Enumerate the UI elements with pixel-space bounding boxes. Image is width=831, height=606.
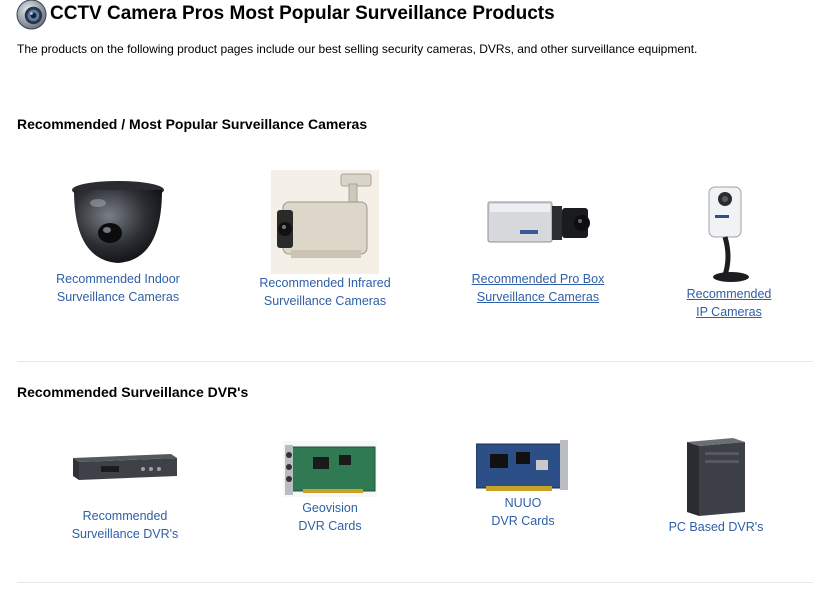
- ip-cameras-link[interactable]: Recommended IP Cameras: [649, 285, 809, 321]
- link-line-1[interactable]: Recommended: [649, 285, 809, 303]
- link-line-2[interactable]: IP Cameras: [649, 303, 809, 321]
- product-nuuo-cards[interactable]: NUUO DVR Cards: [443, 440, 603, 530]
- link-line-1[interactable]: Recommended: [45, 507, 205, 525]
- section-divider: [17, 361, 813, 362]
- dvrs-section-heading: Recommended Surveillance DVR's: [17, 384, 249, 400]
- link-line-2[interactable]: Surveillance Cameras: [38, 288, 198, 306]
- infrared-cameras-link[interactable]: Recommended Infrared Surveillance Camera…: [245, 274, 405, 310]
- ip-camera-image[interactable]: [701, 185, 757, 285]
- product-indoor-cameras[interactable]: Recommended Indoor Surveillance Cameras: [38, 175, 198, 306]
- nuuo-card-image[interactable]: [476, 440, 570, 494]
- surveillance-dvrs-link[interactable]: Recommended Surveillance DVR's: [45, 507, 205, 543]
- page-title: CCTV Camera Pros Most Popular Surveillan…: [50, 3, 555, 24]
- link-line-1[interactable]: PC Based DVR's: [636, 518, 796, 536]
- geovision-card-image[interactable]: [283, 441, 377, 497]
- link-line-1[interactable]: NUUO: [443, 494, 603, 512]
- product-geovision-cards[interactable]: Geovision DVR Cards: [250, 441, 410, 535]
- pc-tower-image[interactable]: [685, 436, 747, 518]
- link-line-2[interactable]: Surveillance Cameras: [245, 292, 405, 310]
- link-line-2[interactable]: Surveillance Cameras: [458, 288, 618, 306]
- section-divider: [17, 582, 813, 583]
- link-line-1[interactable]: Recommended Pro Box: [458, 270, 618, 288]
- camera-logo-icon: [16, 0, 47, 30]
- intro-text: The products on the following product pa…: [17, 42, 698, 56]
- link-line-2[interactable]: DVR Cards: [443, 512, 603, 530]
- product-pc-based-dvrs[interactable]: PC Based DVR's: [636, 436, 796, 536]
- product-infrared-cameras[interactable]: Recommended Infrared Surveillance Camera…: [245, 170, 405, 310]
- dvr-unit-image[interactable]: [71, 450, 179, 482]
- product-surveillance-dvrs[interactable]: Recommended Surveillance DVR's: [45, 450, 205, 543]
- nuuo-cards-link[interactable]: NUUO DVR Cards: [443, 494, 603, 530]
- pro-box-cameras-link[interactable]: Recommended Pro Box Surveillance Cameras: [458, 270, 618, 306]
- link-line-2[interactable]: Surveillance DVR's: [45, 525, 205, 543]
- dome-camera-image[interactable]: [68, 175, 168, 270]
- geovision-cards-link[interactable]: Geovision DVR Cards: [250, 499, 410, 535]
- product-ip-cameras[interactable]: Recommended IP Cameras: [649, 185, 809, 321]
- product-pro-box-cameras[interactable]: Recommended Pro Box Surveillance Cameras: [458, 190, 618, 306]
- infrared-camera-image[interactable]: [271, 170, 379, 274]
- cameras-section-heading: Recommended / Most Popular Surveillance …: [17, 116, 368, 132]
- box-camera-image[interactable]: [486, 190, 590, 270]
- pc-based-dvrs-link[interactable]: PC Based DVR's: [636, 518, 796, 536]
- link-line-1[interactable]: Geovision: [250, 499, 410, 517]
- link-line-2[interactable]: DVR Cards: [250, 517, 410, 535]
- indoor-cameras-link[interactable]: Recommended Indoor Surveillance Cameras: [38, 270, 198, 306]
- link-line-1[interactable]: Recommended Infrared: [245, 274, 405, 292]
- link-line-1[interactable]: Recommended Indoor: [38, 270, 198, 288]
- page-header: CCTV Camera Pros Most Popular Surveillan…: [16, 0, 555, 30]
